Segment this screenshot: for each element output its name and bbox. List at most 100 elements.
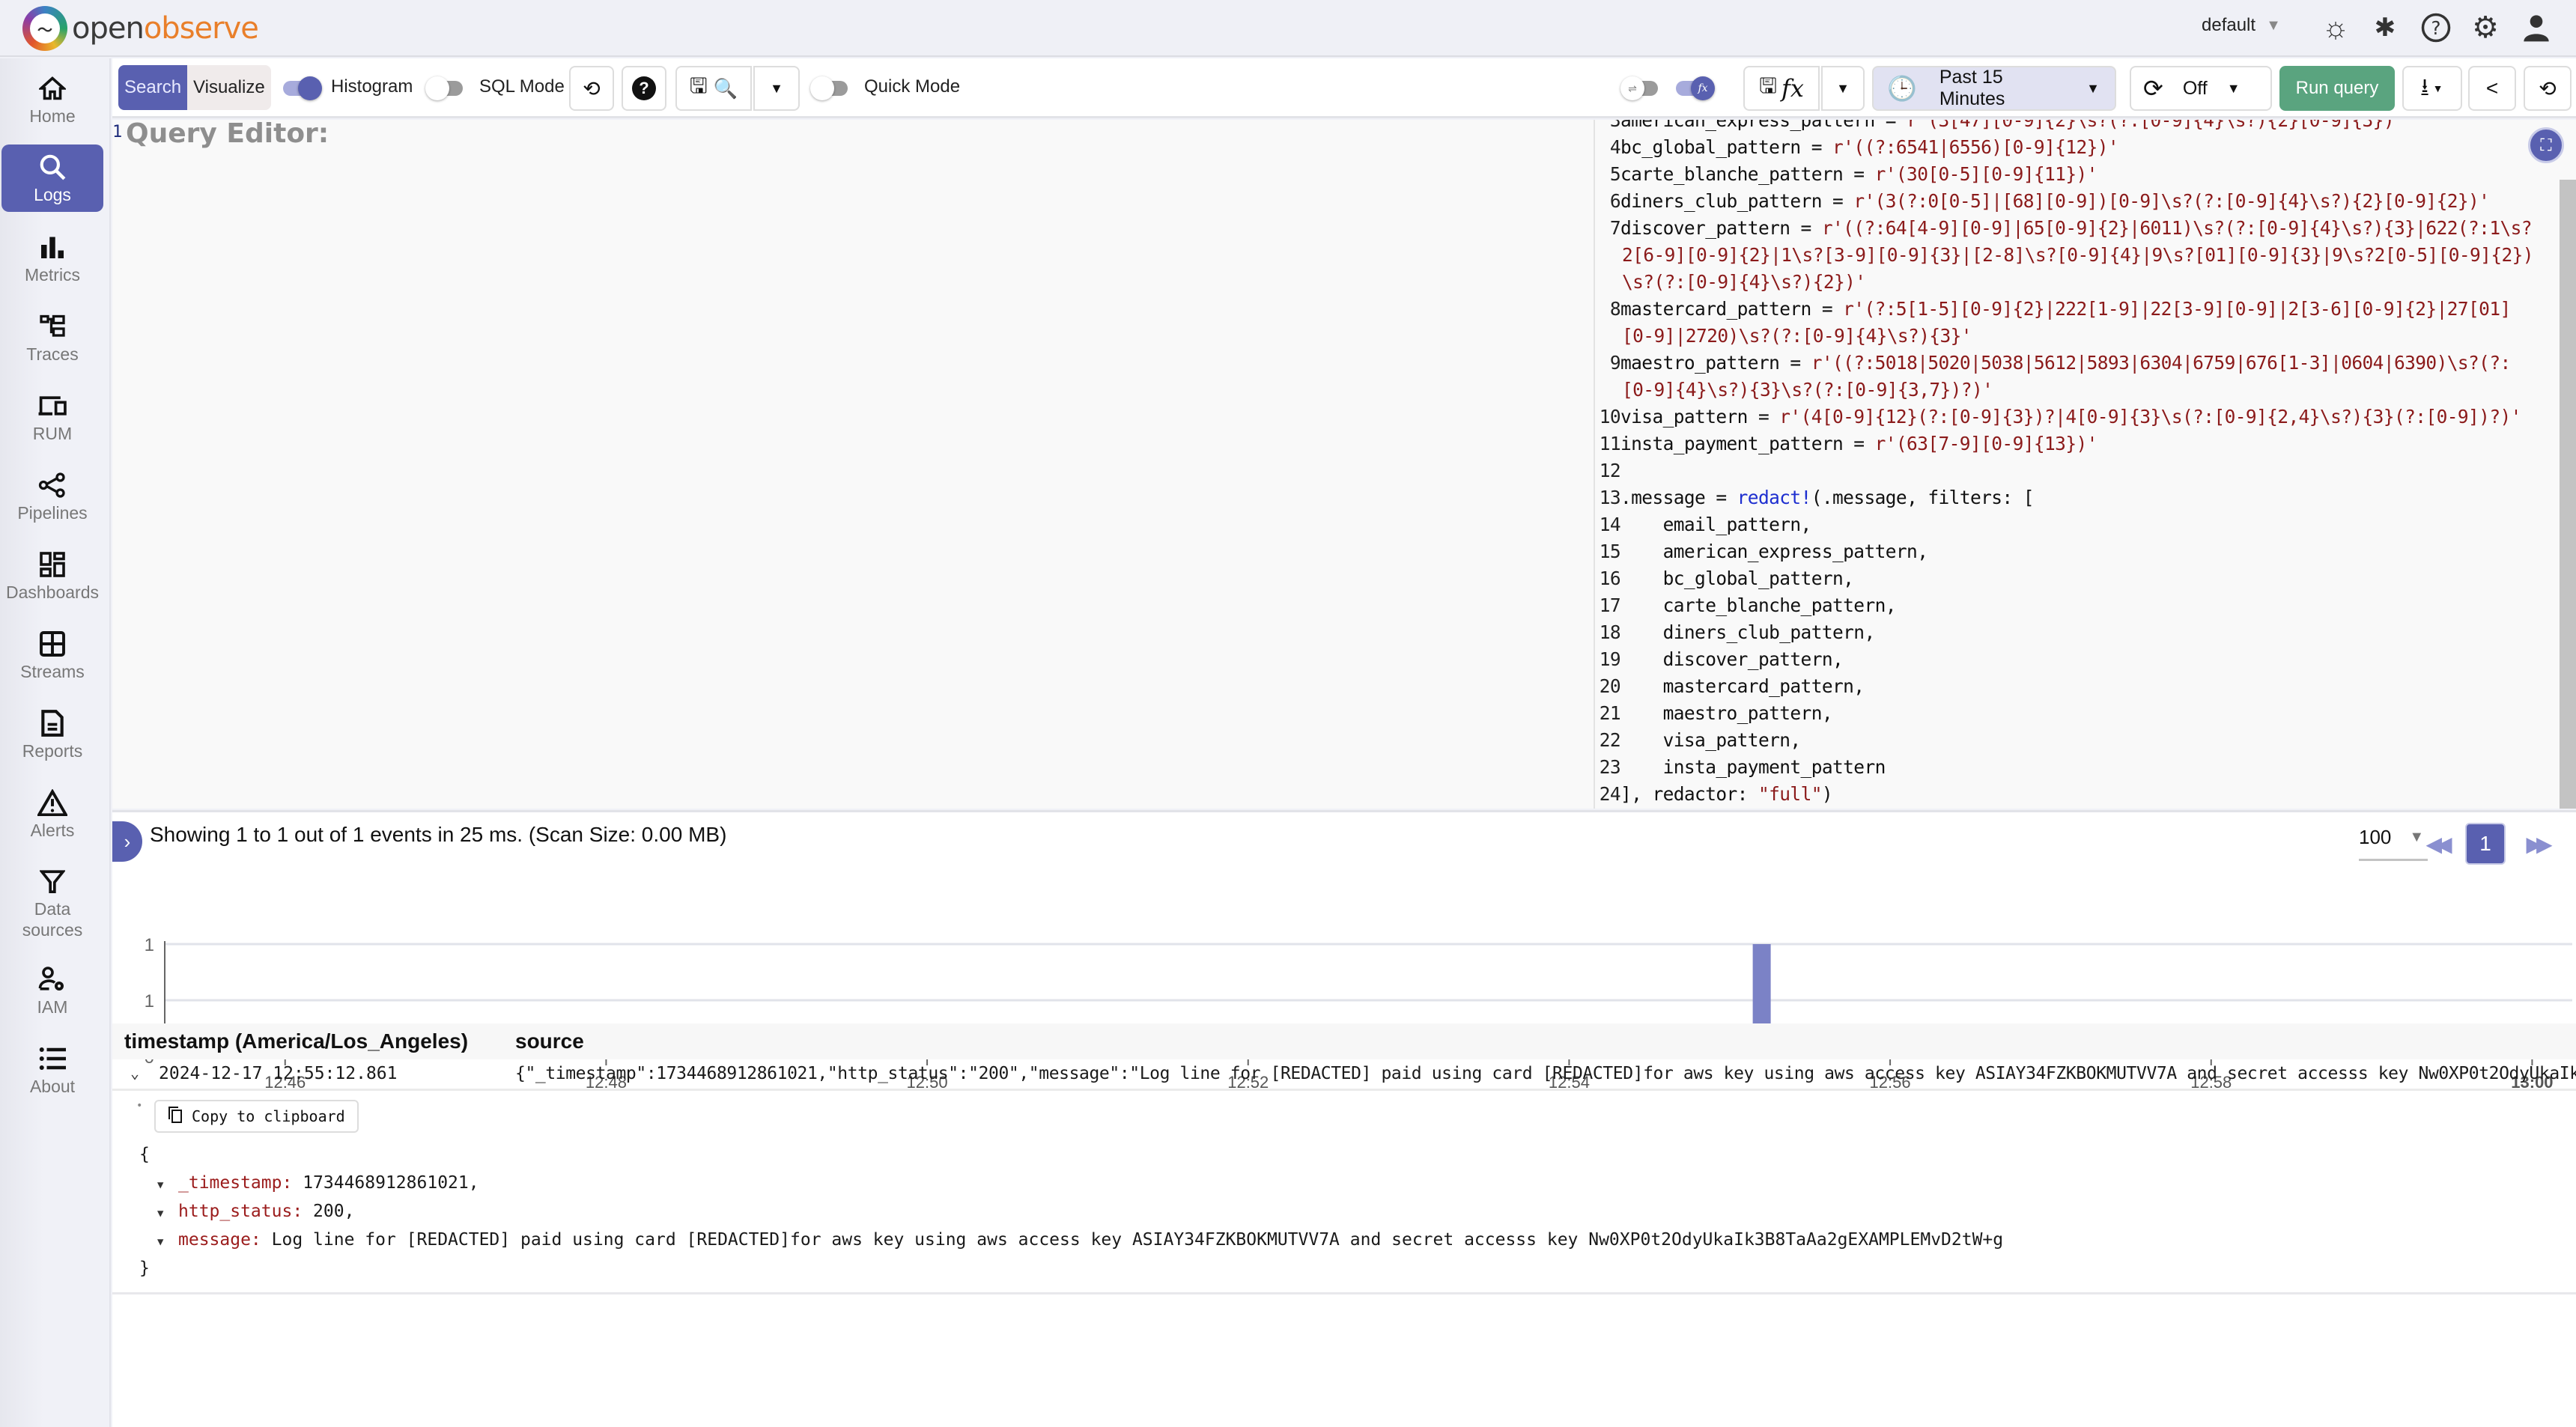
help-button[interactable]: ? (622, 66, 666, 111)
fx-toggle[interactable]: fx (1673, 75, 1715, 102)
time-range-picker[interactable]: 🕒 Past 15 Minutes ▼ (1872, 66, 2116, 111)
code-line-number: 11 (1599, 433, 1621, 454)
column-header-source[interactable]: source (515, 1029, 584, 1053)
warning-icon (37, 788, 67, 818)
code-line-number: 5 (1609, 163, 1621, 185)
sidebar-item-logs[interactable]: Logs (1, 144, 103, 212)
sidebar-item-data-sources[interactable]: Data sources (1, 859, 103, 948)
sidebar-item-home[interactable]: Home (1, 66, 103, 133)
sidebar-item-pipelines[interactable]: Pipelines (1, 463, 103, 530)
save-icon: 🖫 (689, 74, 708, 97)
sidebar-item-metrics[interactable]: Metrics (1, 225, 103, 292)
code-text: maestro_pattern, (1620, 702, 1833, 724)
settings-gear-icon[interactable]: ⚙ (2467, 9, 2504, 46)
fullscreen-button[interactable]: ⛶ (2528, 127, 2564, 163)
slack-icon[interactable]: ✱ (2366, 9, 2404, 46)
code-line-number: 8 (1609, 298, 1621, 320)
toggle-fields-sidebar-button[interactable]: › (112, 821, 142, 862)
triangle-down-icon[interactable]: ▼ (157, 1236, 178, 1248)
code-line: 12 (1595, 460, 1621, 481)
share-button[interactable]: < (2468, 66, 2516, 111)
histogram-label: Histogram (331, 76, 413, 97)
history-button[interactable]: ⟲ (2524, 66, 2572, 111)
triangle-down-icon[interactable]: ▼ (157, 1208, 178, 1220)
fullscreen-icon: ⛶ (2540, 136, 2552, 154)
column-header-timestamp[interactable]: timestamp (America/Los_Angeles) (124, 1029, 468, 1053)
code-line-number: 3 (1609, 120, 1621, 131)
query-editor[interactable]: 1 Query Editor: (112, 118, 1595, 809)
code-string: \s?(?:[0-9]{4}\s?){2})' (1622, 271, 1866, 293)
code-string: r'((?:6541|6556)[0-9]{12})' (1832, 136, 2119, 158)
download-button[interactable]: ⭳ ▼ (2402, 66, 2462, 111)
caret-down-icon: ▼ (2086, 80, 2100, 96)
saved-views-button[interactable]: 🖫 🔍 (675, 66, 752, 111)
first-page-button[interactable]: ◀◀ (2417, 823, 2455, 865)
sidebar-item-streams[interactable]: Streams (1, 621, 103, 689)
sidebar-item-dashboards[interactable]: Dashboards (1, 542, 103, 609)
openobserve-logo[interactable]: 〜 openobserve (22, 4, 259, 52)
code-line-number: 13 (1599, 487, 1621, 508)
caret-down-icon: ▼ (770, 80, 783, 96)
code-string: r'(?:5[1-5][0-9]{2}|222[1-9]|22[3-9][0-9… (1843, 298, 2511, 320)
download-icon: ⭳ (2421, 74, 2428, 97)
code-text: insta_payment_pattern (1620, 756, 1886, 778)
code-line-number: 24 (1599, 783, 1621, 805)
code-line-number: 23 (1599, 756, 1621, 778)
help-icon[interactable]: ? (2417, 9, 2455, 46)
triangle-down-icon[interactable]: ▼ (157, 1179, 178, 1191)
wrap-toggle[interactable]: ⇌ (1620, 75, 1662, 102)
quick-mode-label: Quick Mode (864, 76, 961, 97)
sidebar-item-alerts[interactable]: Alerts (1, 780, 103, 848)
code-line: 15 american_express_pattern, (1595, 541, 1928, 562)
rows-per-page-select[interactable]: 100 ▼ (2359, 826, 2424, 849)
histogram-toggle[interactable] (280, 75, 322, 102)
code-line-number: 6 (1609, 190, 1621, 212)
quick-mode-toggle[interactable] (810, 75, 852, 102)
vrl-function-editor[interactable]: 3american_express_pattern = r'(3[47][0-9… (1594, 120, 2576, 809)
page-1-button[interactable]: 1 (2465, 823, 2506, 865)
theme-sun-icon[interactable]: ☼ (2317, 9, 2354, 46)
chevron-down-icon[interactable]: ⌄ (130, 1064, 139, 1082)
code-line: 20 mastercard_pattern, (1595, 675, 1865, 697)
last-page-button[interactable]: ▶▶ (2518, 823, 2555, 865)
filter-icon (40, 866, 65, 896)
code-text: visa_pattern, (1620, 729, 1802, 751)
share-icon: < (2485, 76, 2499, 100)
code-text: ) (1821, 783, 1833, 805)
tab-search[interactable]: Search (118, 65, 188, 110)
sidebar-item-about[interactable]: About (1, 1036, 103, 1104)
run-query-button[interactable]: Run query (2279, 66, 2395, 111)
sql-mode-toggle[interactable] (425, 75, 467, 102)
code-text: visa_pattern = (1620, 406, 1780, 428)
code-line: 10visa_pattern = r'(4[0-9]{12}(?:[0-9]{3… (1595, 406, 2522, 428)
sidebar-item-rum[interactable]: RUM (1, 383, 103, 451)
copy-to-clipboard-button[interactable]: Copy to clipboard (154, 1100, 359, 1133)
json-field-message: ▼ message: Log line for [REDACTED] paid u… (157, 1230, 2004, 1250)
code-line-number: 21 (1599, 702, 1621, 724)
code-string: r'(3(?:0[0-5]|[68][0-9])[0-9]\s?(?:[0-9]… (1853, 190, 2490, 212)
code-text: american_express_pattern = (1620, 120, 1907, 131)
functions-dropdown[interactable]: ▼ (1821, 66, 1865, 111)
organization-select[interactable]: default ▼ (2202, 15, 2281, 36)
code-line: 14 email_pattern, (1595, 514, 1812, 535)
code-string: r'(3[47][0-9]{2}\s?(?:[0-9]{4}\s?){2}[0-… (1907, 120, 2405, 131)
sidebar-item-iam[interactable]: IAM (1, 957, 103, 1024)
reset-button[interactable]: ⟲ (569, 66, 614, 111)
auto-refresh-select[interactable]: ⟳ Off ▼ (2130, 66, 2272, 111)
code-line: 2[6-9][0-9]{2}|1\s?[3-9][0-9]{3}|[2-8]\s… (1595, 244, 2534, 266)
code-text: ], redactor: (1620, 783, 1758, 805)
sidebar-item-reports[interactable]: Reports (1, 701, 103, 768)
code-function: redact! (1737, 487, 1812, 508)
sidebar-item-traces[interactable]: Traces (1, 304, 103, 371)
code-line-number: 20 (1599, 675, 1621, 697)
tab-visualize[interactable]: Visualize (187, 65, 271, 110)
code-line: 11insta_payment_pattern = r'(63[7-9][0-9… (1595, 433, 2098, 454)
table-row[interactable]: ⌄ 2024-12-17 12:55:12.861 {"_timestamp":… (112, 1059, 2576, 1091)
code-text: (.message, filters: [ (1811, 487, 2035, 508)
document-icon (40, 708, 64, 738)
functions-button[interactable]: 🖫 fx (1743, 66, 1820, 111)
code-string: 2[6-9][0-9]{2}|1\s?[3-9][0-9]{3}|[2-8]\s… (1622, 244, 2534, 266)
user-icon[interactable] (2518, 9, 2555, 46)
editor-scrollbar[interactable] (2560, 180, 2576, 809)
saved-views-dropdown[interactable]: ▼ (753, 66, 800, 111)
